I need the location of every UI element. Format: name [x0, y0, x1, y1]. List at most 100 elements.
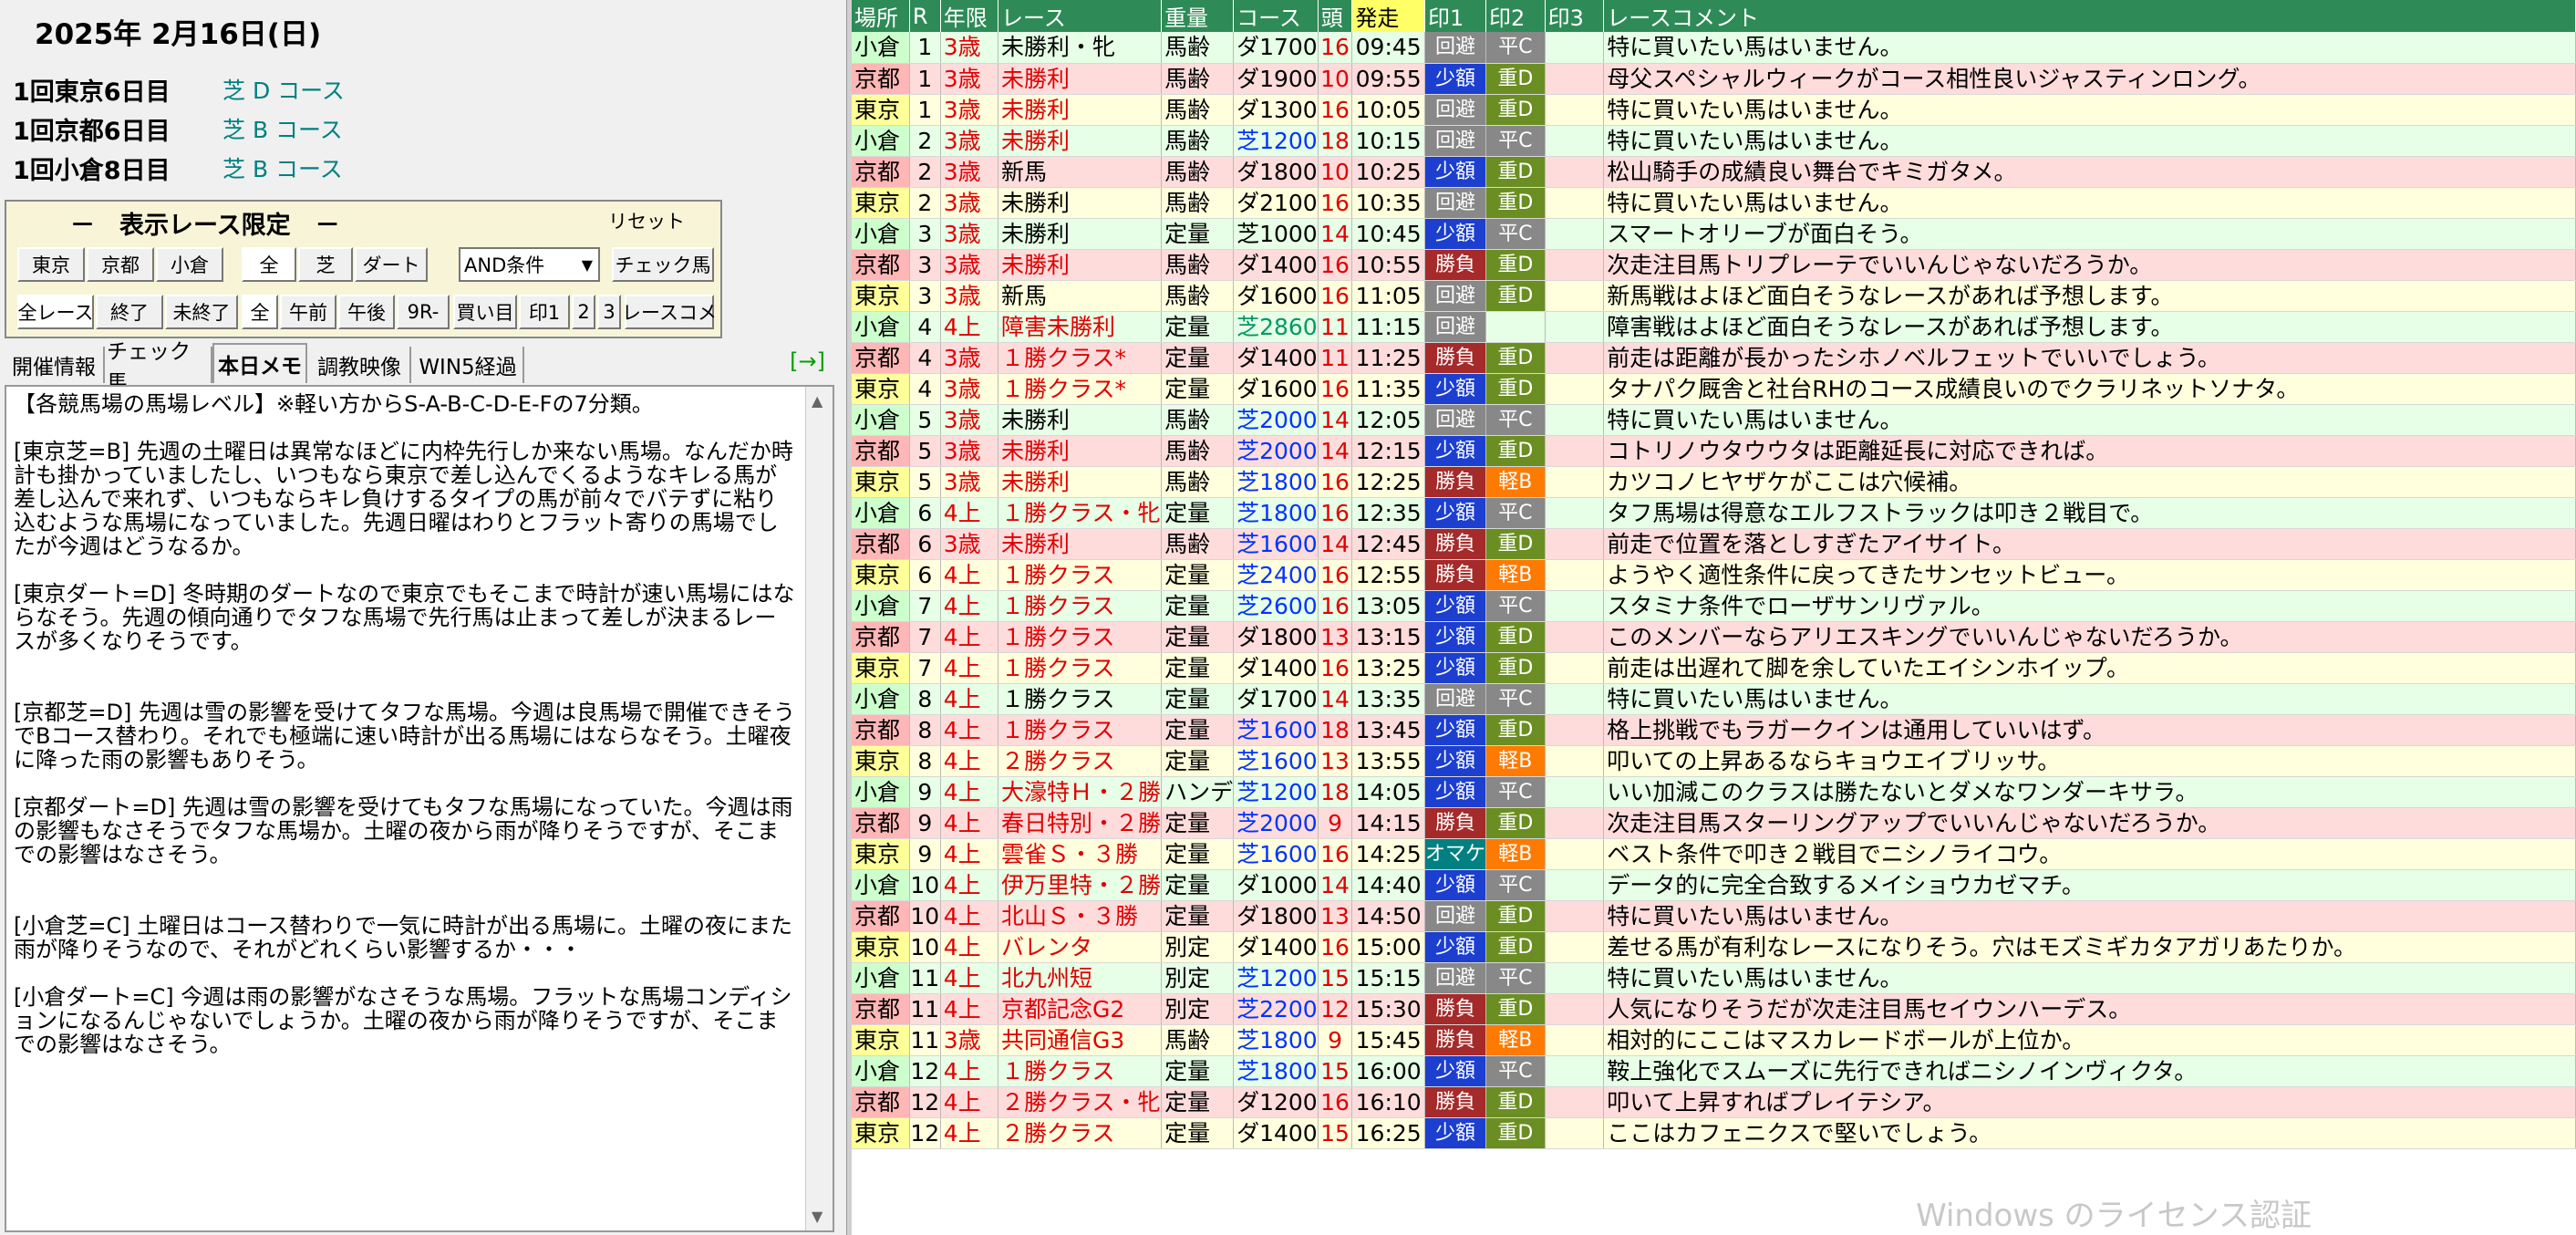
cell-mark2[interactable]: 重D: [1485, 1117, 1546, 1149]
cell-weight[interactable]: 定量: [1161, 218, 1235, 250]
cell-venue[interactable]: 京都: [852, 807, 910, 839]
cell-post-time[interactable]: 12:25: [1351, 466, 1425, 498]
cell-mark1[interactable]: 回避: [1424, 187, 1486, 219]
cell-age[interactable]: 3歳: [940, 32, 999, 64]
cell-age[interactable]: 4上: [940, 683, 999, 715]
surface-dirt-button[interactable]: ダート: [355, 247, 428, 282]
cell-race-name[interactable]: ２勝クラス: [998, 1117, 1163, 1149]
cell-mark2[interactable]: 軽B: [1485, 466, 1546, 498]
cell-mark2[interactable]: 軽B: [1485, 559, 1546, 591]
cell-weight[interactable]: 定量: [1161, 311, 1235, 343]
cell-race-name[interactable]: １勝クラス: [998, 652, 1163, 684]
cell-race-name[interactable]: 障害未勝利: [998, 311, 1163, 343]
table-row[interactable]: 小倉 9 4上 大濠特Ｈ・２勝 ハンデ 芝1200 18 14:05 少額 平C いい加減このクラス…: [852, 776, 2576, 808]
col-venue[interactable]: 場所: [852, 0, 910, 32]
cell-race-name[interactable]: ２勝クラス・牝: [998, 1086, 1163, 1118]
cell-post-time[interactable]: 14:05: [1351, 776, 1425, 808]
cell-race-name[interactable]: 共同通信G3: [998, 1024, 1163, 1056]
col-race[interactable]: レース: [998, 0, 1163, 32]
surface-turf-button[interactable]: 芝: [298, 247, 353, 282]
cell-venue[interactable]: 東京: [852, 931, 910, 963]
table-row[interactable]: 京都 2 3歳 新馬 馬齢 ダ1800 10 10:25 少額 重D 松山騎手の成績良い舞台でキミガ…: [852, 156, 2576, 188]
cell-venue[interactable]: 東京: [852, 187, 910, 219]
table-row[interactable]: 京都 7 4上 １勝クラス 定量 ダ1800 13 13:15 少額 重D このメンバーならアリエス…: [852, 621, 2576, 653]
cell-mark2[interactable]: 重D: [1485, 621, 1546, 653]
cell-weight[interactable]: 別定: [1161, 962, 1235, 994]
cell-race-number[interactable]: 9: [909, 807, 941, 839]
cell-venue[interactable]: 東京: [852, 559, 910, 591]
col-post-time[interactable]: 発走: [1351, 0, 1425, 32]
race-comment-button[interactable]: レースコメ: [622, 295, 717, 329]
cell-race-comment[interactable]: 人気になりそうだが次走注目馬セイウンハーデス。: [1603, 993, 2576, 1025]
cell-mark3[interactable]: [1545, 466, 1605, 498]
cell-race-comment[interactable]: スタミナ条件でローザサンリヴァル。: [1603, 590, 2576, 622]
cell-weight[interactable]: 定量: [1161, 373, 1235, 405]
cell-mark1[interactable]: 回避: [1424, 404, 1486, 436]
venue-kokura-button[interactable]: 小倉: [156, 247, 223, 282]
tab-win5[interactable]: WIN5経過: [413, 347, 524, 383]
cell-age[interactable]: 4上: [940, 745, 999, 777]
cell-mark1[interactable]: 少額: [1424, 1055, 1486, 1087]
cell-field-size[interactable]: 16: [1318, 931, 1353, 963]
cell-weight[interactable]: 馬齢: [1161, 466, 1235, 498]
cell-venue[interactable]: 東京: [852, 94, 910, 126]
cell-mark3[interactable]: [1545, 993, 1605, 1025]
col-mark2[interactable]: 印2: [1485, 0, 1546, 32]
cell-race-comment[interactable]: タフ馬場は得意なエルフストラックは叩き２戦目で。: [1603, 497, 2576, 529]
cell-post-time[interactable]: 13:15: [1351, 621, 1425, 653]
venue-kyoto-button[interactable]: 京都: [87, 247, 154, 282]
time-9r-button[interactable]: 9R-: [397, 295, 450, 329]
cell-course[interactable]: 芝2200: [1233, 993, 1319, 1025]
cell-post-time[interactable]: 15:45: [1351, 1024, 1425, 1056]
cell-mark3[interactable]: [1545, 869, 1605, 901]
cell-field-size[interactable]: 16: [1318, 1086, 1353, 1118]
cell-race-comment[interactable]: 叩いての上昇あるならキョウエイブリッサ。: [1603, 745, 2576, 777]
cell-race-comment[interactable]: コトリノウタウウタは距離延長に対応できれば。: [1603, 435, 2576, 467]
cell-mark1[interactable]: 回避: [1424, 94, 1486, 126]
cell-course[interactable]: 芝1600: [1233, 745, 1319, 777]
cell-race-comment[interactable]: 前走で位置を落としすぎたアイサイト。: [1603, 528, 2576, 560]
cell-weight[interactable]: 定量: [1161, 497, 1235, 529]
cell-field-size[interactable]: 11: [1318, 311, 1353, 343]
cell-venue[interactable]: 小倉: [852, 311, 910, 343]
table-row[interactable]: 京都 11 4上 京都記念G2 別定 芝2200 12 15:30 勝負 重D 人気になりそうだが次…: [852, 993, 2576, 1025]
cell-venue[interactable]: 小倉: [852, 404, 910, 436]
cell-post-time[interactable]: 13:25: [1351, 652, 1425, 684]
cell-weight[interactable]: 定量: [1161, 621, 1235, 653]
cell-weight[interactable]: 別定: [1161, 931, 1235, 963]
cell-mark2[interactable]: 平C: [1485, 683, 1546, 715]
cell-mark1[interactable]: 勝負: [1424, 466, 1486, 498]
cell-race-number[interactable]: 4: [909, 311, 941, 343]
cell-race-comment[interactable]: 母父スペシャルウィークがコース相性良いジャスティンロング。: [1603, 63, 2576, 95]
cell-mark2[interactable]: 重D: [1485, 900, 1546, 932]
cell-age[interactable]: 3歳: [940, 435, 999, 467]
cell-age[interactable]: 3歳: [940, 94, 999, 126]
cell-race-name[interactable]: 未勝利: [998, 63, 1163, 95]
cell-mark3[interactable]: [1545, 962, 1605, 994]
cell-mark3[interactable]: [1545, 1117, 1605, 1149]
cell-course[interactable]: ダ1000: [1233, 869, 1319, 901]
memo-scrollbar[interactable]: ▲ ▼: [805, 387, 833, 1230]
cell-race-name[interactable]: ２勝クラス: [998, 745, 1163, 777]
cell-course[interactable]: 芝1600: [1233, 528, 1319, 560]
scroll-up-icon[interactable]: ▲: [812, 392, 822, 410]
cell-age[interactable]: 3歳: [940, 373, 999, 405]
cell-race-name[interactable]: 未勝利: [998, 528, 1163, 560]
table-row[interactable]: 京都 3 3歳 未勝利 馬齢 ダ1400 16 10:55 勝負 重D 次走注目馬トリプレーテでいい…: [852, 249, 2576, 281]
cell-post-time[interactable]: 09:45: [1351, 32, 1425, 64]
col-race-comment[interactable]: レースコメント: [1603, 0, 2576, 32]
cell-race-name[interactable]: 未勝利: [998, 404, 1163, 436]
cell-weight[interactable]: 定量: [1161, 342, 1235, 374]
cell-field-size[interactable]: 16: [1318, 652, 1353, 684]
cell-race-comment[interactable]: 特に買いたい馬はいません。: [1603, 404, 2576, 436]
cell-mark3[interactable]: [1545, 900, 1605, 932]
cell-course[interactable]: 芝2000: [1233, 807, 1319, 839]
cell-race-number[interactable]: 7: [909, 652, 941, 684]
col-mark3[interactable]: 印3: [1545, 0, 1605, 32]
cell-course[interactable]: ダ1400: [1233, 652, 1319, 684]
cell-race-number[interactable]: 11: [909, 993, 941, 1025]
cell-race-name[interactable]: １勝クラス: [998, 714, 1163, 746]
cell-course[interactable]: 芝1200: [1233, 962, 1319, 994]
cell-race-comment[interactable]: 特に買いたい馬はいません。: [1603, 962, 2576, 994]
cell-post-time[interactable]: 09:55: [1351, 63, 1425, 95]
